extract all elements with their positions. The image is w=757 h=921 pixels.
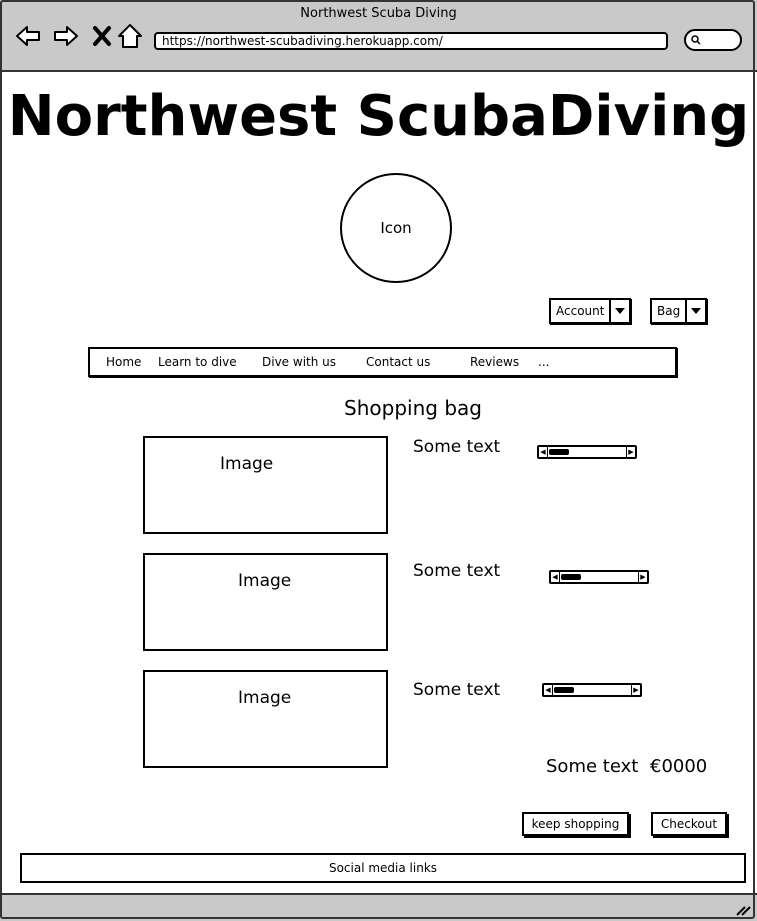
window-frame (0, 0, 755, 919)
